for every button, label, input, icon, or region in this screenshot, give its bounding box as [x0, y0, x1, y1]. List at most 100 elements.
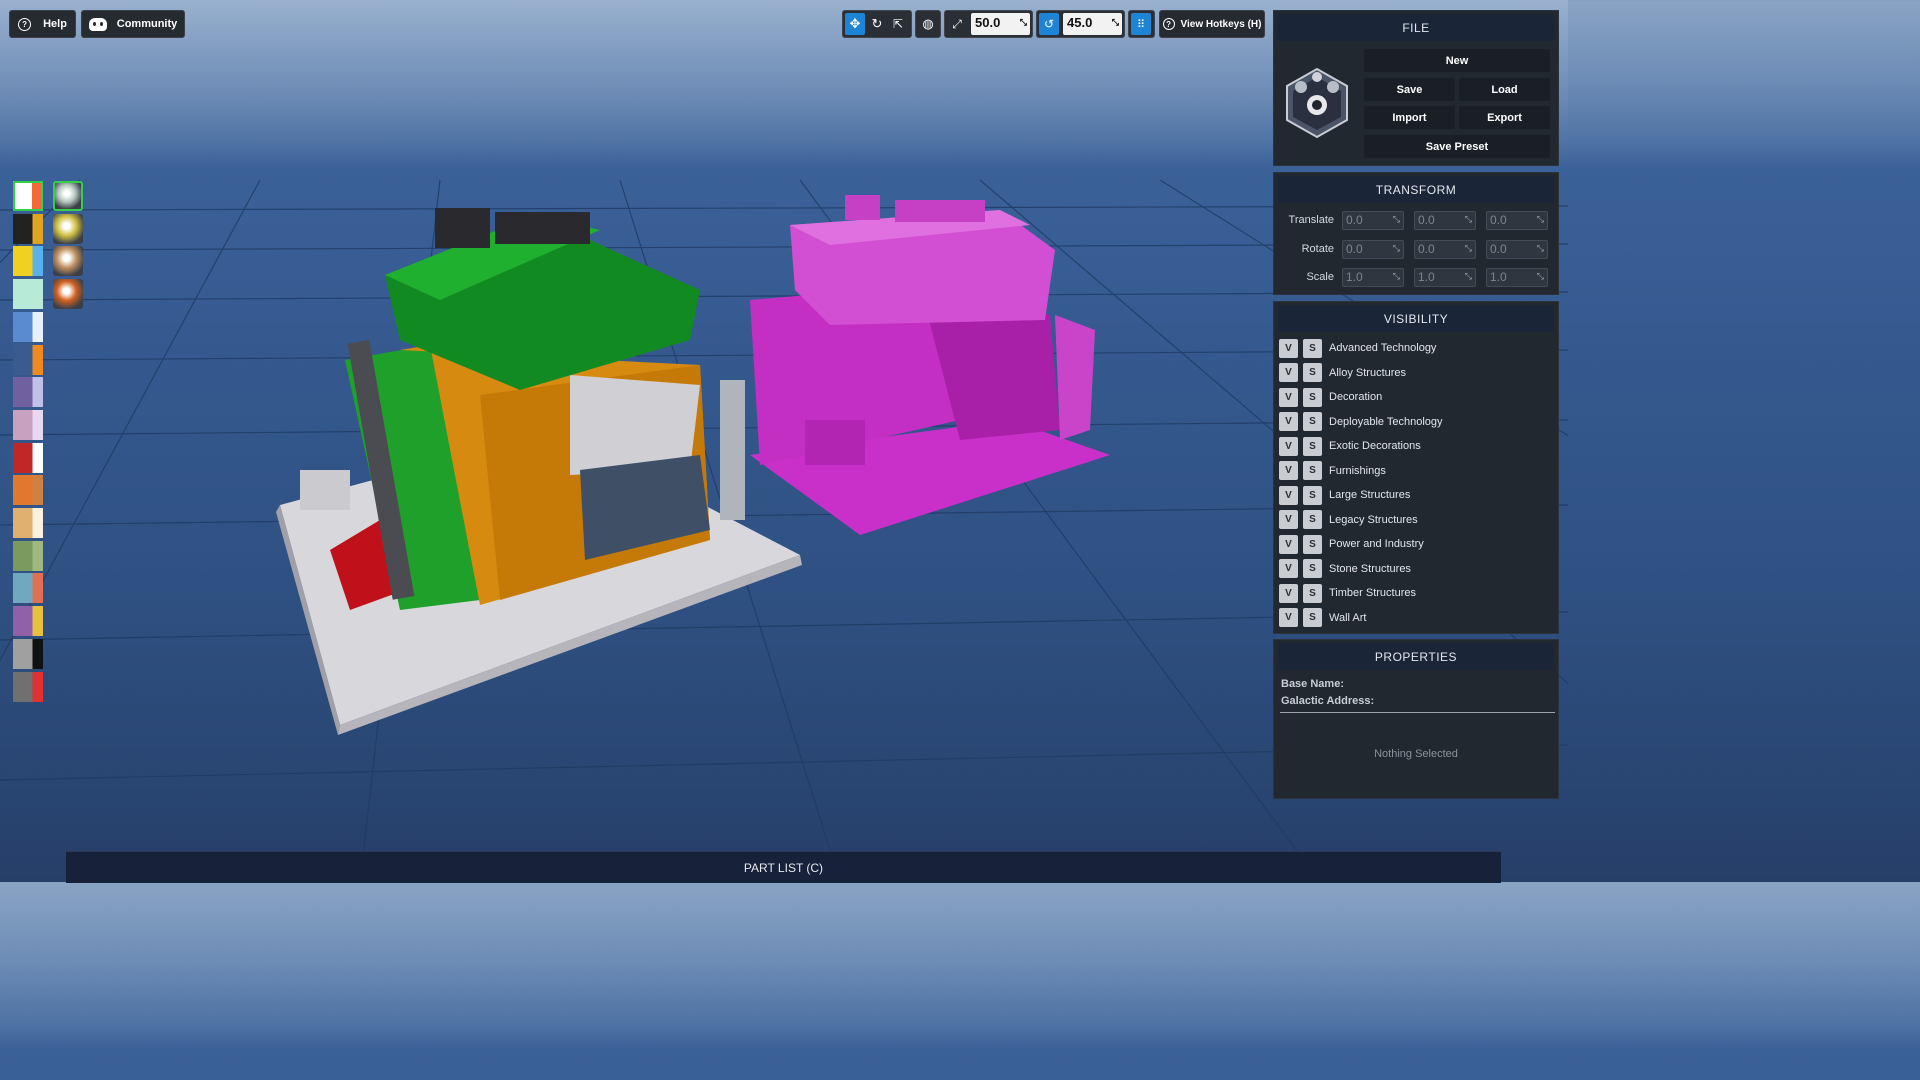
file-panel-title: FILE — [1278, 14, 1554, 41]
selectable-toggle[interactable]: S — [1303, 338, 1322, 358]
visibility-row: V S Legacy Structures — [1279, 510, 1418, 530]
transform-input[interactable]: 0.0 — [1414, 211, 1476, 230]
selectable-toggle[interactable]: S — [1303, 412, 1322, 431]
snap-angle-toggle[interactable]: ↺ — [1039, 13, 1059, 35]
visible-toggle[interactable]: V — [1279, 338, 1298, 358]
scale-tool-button[interactable]: ⇱ — [888, 13, 908, 35]
help-button[interactable]: ? Help — [9, 10, 76, 38]
visibility-category-label: Wall Art — [1329, 611, 1367, 624]
help-icon: ? — [1162, 18, 1175, 30]
transform-input[interactable]: 0.0 — [1342, 239, 1404, 259]
view-hotkeys-label: View Hotkeys (H) — [1180, 18, 1262, 30]
selectable-toggle[interactable]: S — [1303, 363, 1322, 382]
visibility-row: V S Large Structures — [1279, 485, 1410, 505]
transform-input[interactable]: 0.0 — [1342, 211, 1404, 230]
transform-input[interactable]: 0.0 — [1486, 211, 1548, 230]
visibility-row: V S Advanced Technology — [1279, 338, 1436, 358]
visible-toggle[interactable]: V — [1279, 608, 1298, 627]
visible-toggle[interactable]: V — [1279, 534, 1298, 554]
snap-angle-value: 45.0 — [1067, 15, 1093, 30]
view-hotkeys-button[interactable]: ? View Hotkeys (H) — [1159, 10, 1265, 38]
color-swatch[interactable] — [13, 638, 43, 669]
app-logo — [1281, 67, 1353, 139]
snap-distance-input[interactable]: 50.0 ⤡ — [971, 13, 1030, 35]
transform-input[interactable]: 1.0 — [1486, 268, 1548, 287]
color-swatch[interactable] — [13, 573, 43, 604]
visible-toggle[interactable]: V — [1279, 510, 1298, 529]
transform-input[interactable]: 1.0 — [1342, 268, 1404, 287]
part-list-toggle[interactable]: PART LIST (C) — [66, 851, 1501, 883]
color-swatch[interactable] — [13, 377, 43, 408]
color-swatch[interactable] — [13, 246, 43, 277]
visible-toggle[interactable]: V — [1279, 412, 1298, 431]
visibility-row: V S Alloy Structures — [1279, 363, 1406, 383]
color-swatch[interactable] — [13, 409, 43, 440]
visibility-row: V S Deployable Technology — [1279, 412, 1443, 432]
rotate-icon: ↻ — [871, 16, 883, 31]
transform-input[interactable]: 1.0 — [1414, 268, 1476, 287]
color-swatch[interactable] — [13, 311, 43, 342]
material-swatch[interactable] — [53, 246, 83, 277]
community-button[interactable]: Community — [81, 10, 185, 38]
visibility-row: V S Furnishings — [1279, 461, 1386, 481]
visibility-category-label: Power and Industry — [1329, 538, 1424, 550]
visible-toggle[interactable]: V — [1279, 436, 1298, 456]
visible-toggle[interactable]: V — [1279, 583, 1298, 603]
visibility-row: V S Stone Structures — [1279, 559, 1411, 579]
selectable-toggle[interactable]: S — [1303, 436, 1322, 456]
import-button[interactable]: Import — [1364, 106, 1455, 129]
visible-toggle[interactable]: V — [1279, 387, 1298, 407]
transform-input[interactable]: 0.0 — [1414, 239, 1476, 259]
transform-input[interactable]: 0.0 — [1486, 239, 1548, 259]
color-swatch[interactable] — [13, 540, 43, 571]
material-swatch[interactable] — [53, 279, 83, 310]
properties-panel-title: PROPERTIES — [1278, 643, 1554, 670]
selectable-toggle[interactable]: S — [1303, 387, 1322, 407]
color-swatch[interactable] — [13, 279, 43, 310]
world-space-button[interactable]: ◍ — [918, 13, 938, 35]
color-swatch[interactable] — [13, 508, 43, 538]
color-swatch[interactable] — [13, 606, 43, 637]
color-swatch[interactable] — [13, 344, 43, 375]
selectable-toggle[interactable]: S — [1303, 559, 1322, 578]
snap-angle-input[interactable]: 45.0 ⤡ — [1063, 13, 1122, 35]
transform-panel-title: TRANSFORM — [1278, 176, 1554, 203]
material-swatch[interactable] — [53, 181, 83, 211]
snap-distance-toggle[interactable]: ⤢ — [947, 13, 967, 35]
visibility-category-label: Exotic Decorations — [1329, 440, 1421, 452]
selectable-toggle[interactable]: S — [1303, 583, 1322, 603]
selectable-toggle[interactable]: S — [1303, 485, 1322, 505]
snap-distance-value: 50.0 — [975, 15, 1001, 30]
visible-toggle[interactable]: V — [1279, 485, 1298, 505]
color-swatch[interactable] — [13, 213, 43, 244]
discord-icon — [88, 17, 107, 31]
save-preset-button[interactable]: Save Preset — [1364, 135, 1550, 158]
move-tool-button[interactable]: ✥ — [845, 13, 865, 35]
export-button[interactable]: Export — [1459, 106, 1550, 129]
color-swatch[interactable] — [13, 475, 43, 506]
load-button[interactable]: Load — [1459, 78, 1550, 101]
help-icon: ? — [18, 17, 32, 31]
color-swatch[interactable] — [13, 671, 43, 702]
rotate-tool-button[interactable]: ↻ — [867, 13, 887, 35]
drag-icon: ⤡ — [1019, 17, 1027, 27]
transform-label: Scale — [1306, 271, 1334, 283]
visible-toggle[interactable]: V — [1279, 559, 1298, 578]
visible-toggle[interactable]: V — [1279, 363, 1298, 382]
selectable-toggle[interactable]: S — [1303, 534, 1322, 554]
help-label: Help — [43, 18, 67, 30]
grid-icon: ⠿ — [1136, 18, 1146, 31]
visible-toggle[interactable]: V — [1279, 461, 1298, 480]
new-button[interactable]: New — [1364, 49, 1550, 72]
selectable-toggle[interactable]: S — [1303, 510, 1322, 529]
color-swatch[interactable] — [13, 181, 43, 211]
selectable-toggle[interactable]: S — [1303, 461, 1322, 480]
save-button[interactable]: Save — [1364, 78, 1455, 101]
material-swatch[interactable] — [53, 213, 83, 244]
color-swatch[interactable] — [13, 442, 43, 473]
base-name-label: Base Name: — [1281, 678, 1344, 690]
angle-icon: ↺ — [1043, 17, 1055, 31]
grid-snap-button[interactable]: ⠿ — [1131, 13, 1151, 35]
visibility-panel-title: VISIBILITY — [1278, 305, 1554, 332]
selectable-toggle[interactable]: S — [1303, 608, 1322, 627]
